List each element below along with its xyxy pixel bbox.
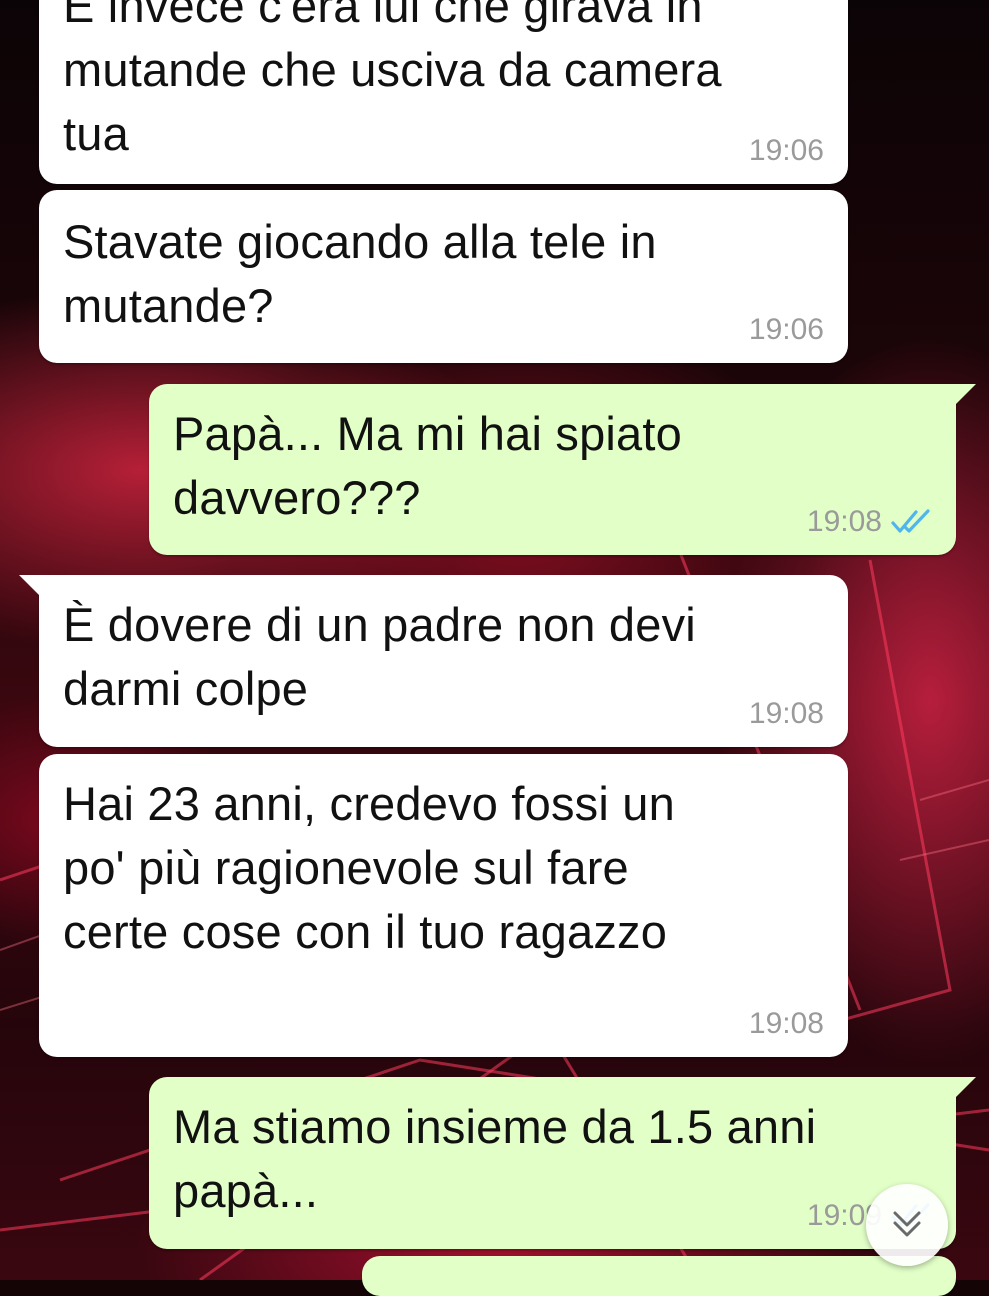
message-line: darmi colpe: [63, 662, 309, 715]
message-line: mutande che usciva da camera: [63, 43, 722, 96]
message-time: 19:08: [806, 505, 882, 538]
message-line: papà...: [173, 1164, 319, 1217]
message-line: tua: [63, 107, 129, 160]
chevron-double-down-icon: [887, 1203, 927, 1248]
message-bubble-incoming[interactable]: È dovere di un padre non devi darmi colp…: [19, 575, 848, 747]
message-line: mutande?: [63, 279, 274, 332]
message-time: 19:08: [748, 697, 824, 730]
message-line: po' più ragionevole sul fare: [63, 841, 629, 894]
message-bubble-incoming[interactable]: Stavate giocando alla tele in mutande? 1…: [39, 190, 848, 363]
message-line: certe cose con il tuo ragazzo: [63, 905, 668, 958]
message-meta: 19:08: [749, 1009, 824, 1039]
message-text: Papà... Ma mi hai spiato davvero???: [173, 402, 682, 530]
message-text: Stavate giocando alla tele in mutande?: [63, 210, 657, 338]
bubble-tail: [954, 1077, 976, 1099]
message-line: davvero???: [173, 471, 421, 524]
message-bubble-outgoing[interactable]: Ma stiamo insieme da 1.5 anni papà... 19…: [149, 1077, 976, 1249]
scroll-to-bottom-button[interactable]: [866, 1184, 948, 1266]
message-line: È dovere di un padre non devi: [63, 598, 696, 651]
message-meta: 19:08: [749, 699, 824, 729]
message-text: È dovere di un padre non devi darmi colp…: [63, 593, 696, 721]
message-meta: 19:06: [749, 136, 824, 166]
message-bubble-incoming[interactable]: Hai 23 anni, credevo fossi un po' più ra…: [39, 754, 848, 1057]
double-check-read-icon: [890, 507, 934, 537]
message-line: Ma stiamo insieme da 1.5 anni: [173, 1100, 817, 1153]
message-time: 19:08: [748, 1007, 824, 1040]
message-time: 19:06: [748, 313, 824, 346]
message-text: E invece c'era lui che girava in mutande…: [63, 0, 722, 166]
bubble-tail: [19, 575, 41, 597]
message-bubble-outgoing-partial[interactable]: [362, 1256, 956, 1296]
message-meta: 19:06: [749, 315, 824, 345]
message-time: 19:06: [748, 134, 824, 167]
message-text: Ma stiamo insieme da 1.5 anni papà...: [173, 1095, 816, 1223]
message-line: Stavate giocando alla tele in: [63, 215, 657, 268]
message-bubble-outgoing[interactable]: Papà... Ma mi hai spiato davvero??? 19:0…: [149, 384, 976, 555]
message-meta: 19:08: [807, 507, 934, 537]
message-line: Hai 23 anni, credevo fossi un: [63, 777, 675, 830]
message-bubble-incoming[interactable]: E invece c'era lui che girava in mutande…: [39, 0, 848, 184]
message-line: E invece c'era lui che girava in: [63, 0, 703, 32]
message-line: Papà... Ma mi hai spiato: [173, 407, 682, 460]
bubble-tail: [954, 384, 976, 406]
message-text: Hai 23 anni, credevo fossi un po' più ra…: [63, 772, 675, 964]
